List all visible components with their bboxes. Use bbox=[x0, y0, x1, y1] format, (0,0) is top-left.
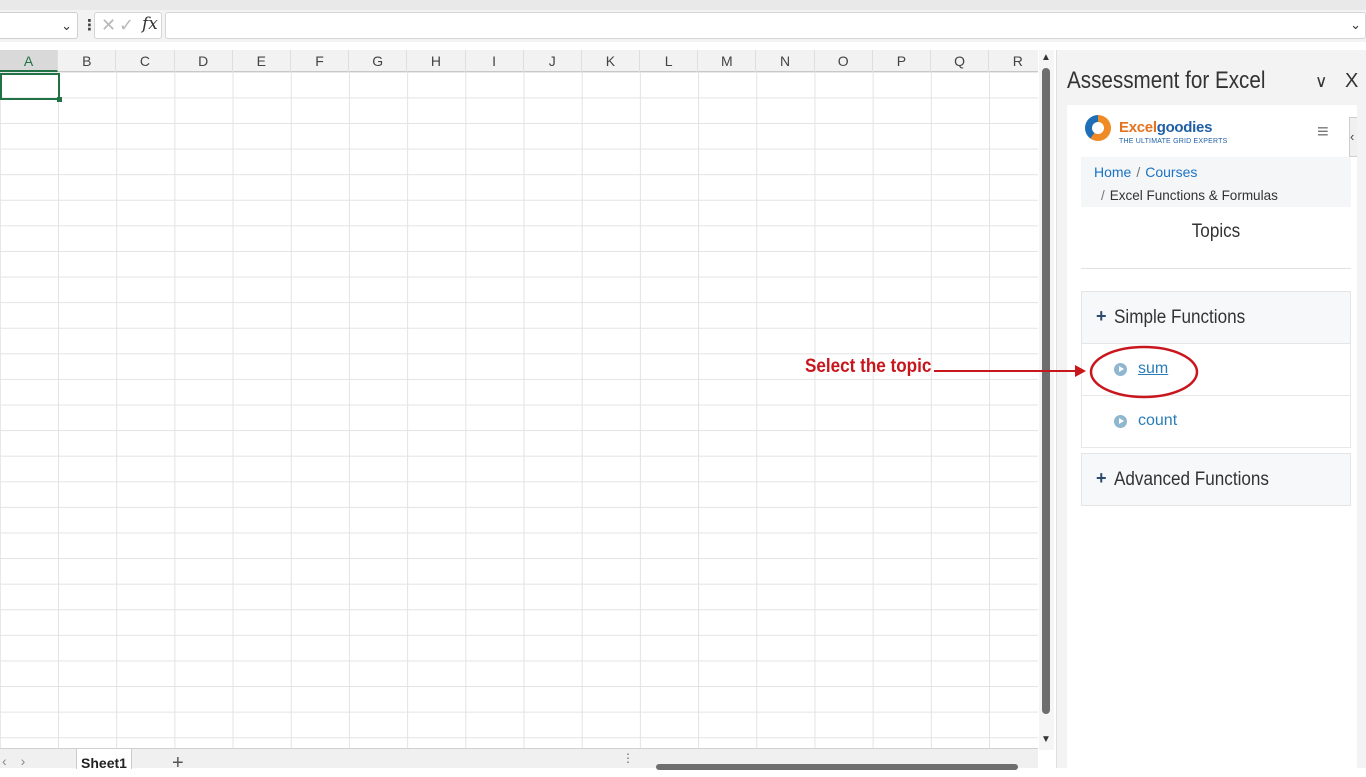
horizontal-scrollbar[interactable] bbox=[644, 762, 1034, 770]
formula-bar: ⌄ ⋮ ✕ ✓ fx ⌄ bbox=[0, 10, 1366, 42]
task-pane-title: Assessment for Excel bbox=[1067, 67, 1266, 94]
scroll-down-icon[interactable]: ▼ bbox=[1041, 734, 1051, 745]
column-header[interactable]: H bbox=[407, 50, 466, 72]
breadcrumb: Home / Courses / Excel Functions & Formulas bbox=[1081, 157, 1351, 207]
accordion-simple-functions[interactable]: + Simple Functions bbox=[1081, 291, 1351, 344]
horizontal-scroll-thumb[interactable] bbox=[656, 764, 1018, 770]
annotation-arrow-icon bbox=[934, 345, 1199, 399]
annotation-highlight-ellipse bbox=[1089, 345, 1199, 399]
column-header[interactable]: L bbox=[640, 50, 699, 72]
expand-formula-icon[interactable]: ⌄ bbox=[1350, 17, 1361, 33]
column-header[interactable]: O bbox=[815, 50, 873, 72]
breadcrumb-current: Excel Functions & Formulas bbox=[1109, 188, 1278, 203]
column-header[interactable]: M bbox=[698, 50, 757, 72]
formula-input[interactable]: ⌄ bbox=[165, 12, 1366, 39]
formula-buttons: ✕ ✓ fx bbox=[94, 12, 162, 39]
breadcrumb-home-link[interactable]: Home bbox=[1094, 164, 1131, 180]
column-header[interactable]: A bbox=[0, 50, 59, 72]
excelgoodies-logo-icon bbox=[1085, 115, 1111, 141]
sheet-nav-icons[interactable]: ‹› bbox=[2, 753, 39, 769]
sheet-tab-sheet1[interactable]: Sheet1 bbox=[76, 749, 132, 771]
column-header[interactable]: B bbox=[58, 50, 117, 72]
add-sheet-button[interactable]: + bbox=[172, 749, 184, 777]
topic-link-count[interactable]: count bbox=[1138, 412, 1177, 430]
logo-tagline: THE ULTIMATE GRID EXPERTS bbox=[1119, 138, 1228, 145]
expand-plus-icon: + bbox=[1096, 306, 1107, 326]
spreadsheet-grid[interactable]: ABCDEFGHIJKLMNOPQR bbox=[0, 50, 1038, 748]
cancel-formula-icon[interactable]: ✕ bbox=[101, 15, 116, 36]
annotation-label: Select the topic bbox=[805, 356, 932, 377]
play-circle-icon bbox=[1114, 415, 1127, 428]
chevron-down-icon[interactable]: ∨ bbox=[1315, 72, 1327, 92]
column-header[interactable]: Q bbox=[931, 50, 990, 72]
accordion-label: Simple Functions bbox=[1114, 307, 1246, 328]
column-header[interactable]: I bbox=[466, 50, 524, 72]
column-headers: ABCDEFGHIJKLMNOPQR bbox=[0, 50, 1038, 72]
divider bbox=[1081, 268, 1351, 269]
cell-grid[interactable] bbox=[0, 72, 1038, 748]
hamburger-menu-icon[interactable]: ≡ bbox=[1317, 121, 1329, 144]
column-header[interactable]: F bbox=[291, 50, 350, 72]
name-box[interactable]: ⌄ bbox=[0, 12, 78, 39]
column-header[interactable]: R bbox=[989, 50, 1038, 72]
column-header[interactable]: K bbox=[582, 50, 641, 72]
breadcrumb-courses-link[interactable]: Courses bbox=[1145, 164, 1197, 180]
confirm-formula-icon[interactable]: ✓ bbox=[119, 15, 134, 36]
column-header[interactable]: J bbox=[524, 50, 582, 72]
column-header[interactable]: C bbox=[116, 50, 175, 72]
collapse-sidebar-icon[interactable]: ‹ bbox=[1349, 117, 1357, 157]
more-sheets-icon[interactable]: ⋮ bbox=[622, 751, 634, 765]
task-pane: Assessment for Excel ∨ X Excelgoodies TH… bbox=[1056, 50, 1366, 768]
close-icon[interactable]: X bbox=[1345, 70, 1358, 93]
column-header[interactable]: D bbox=[175, 50, 233, 72]
active-cell[interactable] bbox=[0, 73, 62, 102]
expand-plus-icon: + bbox=[1096, 468, 1107, 488]
topics-heading: Topics bbox=[1191, 221, 1241, 242]
addin-content: Excelgoodies THE ULTIMATE GRID EXPERTS ≡… bbox=[1067, 105, 1357, 768]
accordion-label: Advanced Functions bbox=[1114, 469, 1269, 490]
accordion-advanced-functions[interactable]: + Advanced Functions bbox=[1081, 453, 1351, 506]
logo-wordmark: Excelgoodies bbox=[1119, 119, 1213, 136]
scroll-up-icon[interactable]: ▲ bbox=[1041, 52, 1051, 63]
insert-function-icon[interactable]: fx bbox=[142, 14, 158, 34]
column-header[interactable]: G bbox=[349, 50, 408, 72]
chevron-down-icon[interactable]: ⌄ bbox=[61, 18, 72, 34]
sheet-tab-bar: ‹› Sheet1 + ⋮ bbox=[0, 748, 1038, 774]
column-header[interactable]: N bbox=[756, 50, 815, 72]
window-top-strip bbox=[0, 0, 1366, 10]
column-header[interactable]: E bbox=[233, 50, 291, 72]
column-header[interactable]: P bbox=[873, 50, 931, 72]
